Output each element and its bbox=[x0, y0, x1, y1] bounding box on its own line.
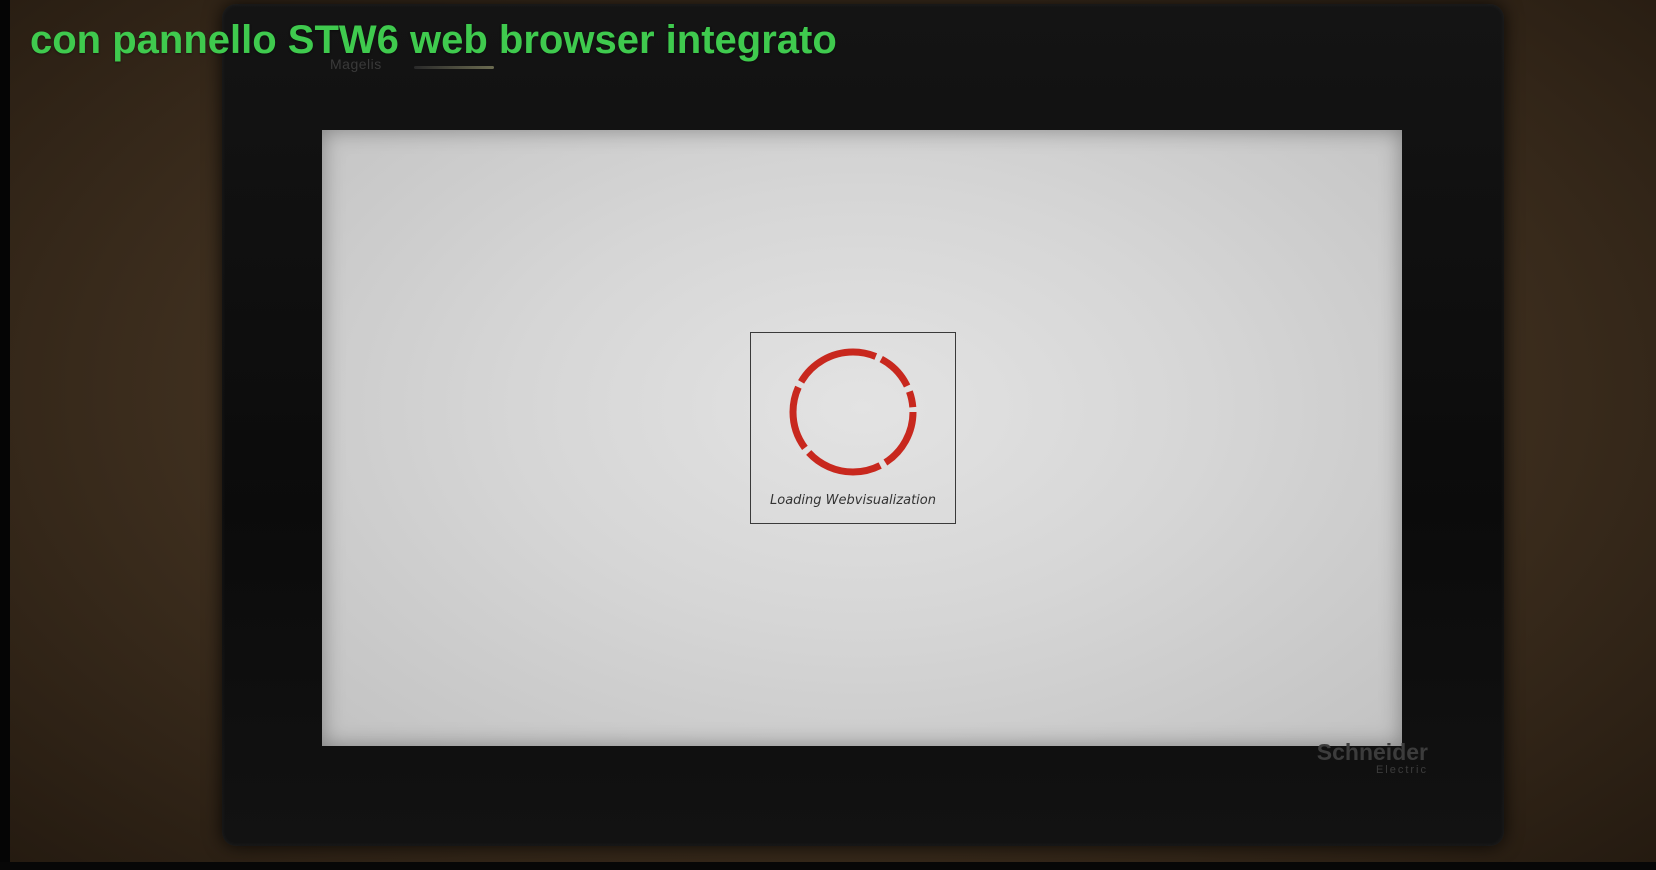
touch-screen[interactable]: Loading Webvisualization bbox=[322, 130, 1402, 746]
status-led-strip bbox=[414, 66, 494, 69]
spinner-ring bbox=[789, 348, 917, 476]
hmi-panel-bezel: Magelis Loading Webvisualization Schneid… bbox=[222, 4, 1504, 846]
loading-label: Loading Webvisualization bbox=[770, 493, 936, 508]
loading-spinner-icon bbox=[789, 348, 917, 476]
schneider-logo: Schneider Electric bbox=[1317, 740, 1428, 776]
bottom-edge-strip bbox=[0, 862, 1656, 870]
left-edge-strip bbox=[0, 0, 10, 870]
brand-subtitle: Electric bbox=[1375, 764, 1428, 776]
loading-dialog: Loading Webvisualization bbox=[750, 332, 956, 524]
photo-scene: Magelis Loading Webvisualization Schneid… bbox=[0, 0, 1656, 870]
brand-name: Schneider bbox=[1316, 739, 1428, 765]
video-caption: con pannello STW6 web browser integrato bbox=[30, 18, 837, 62]
